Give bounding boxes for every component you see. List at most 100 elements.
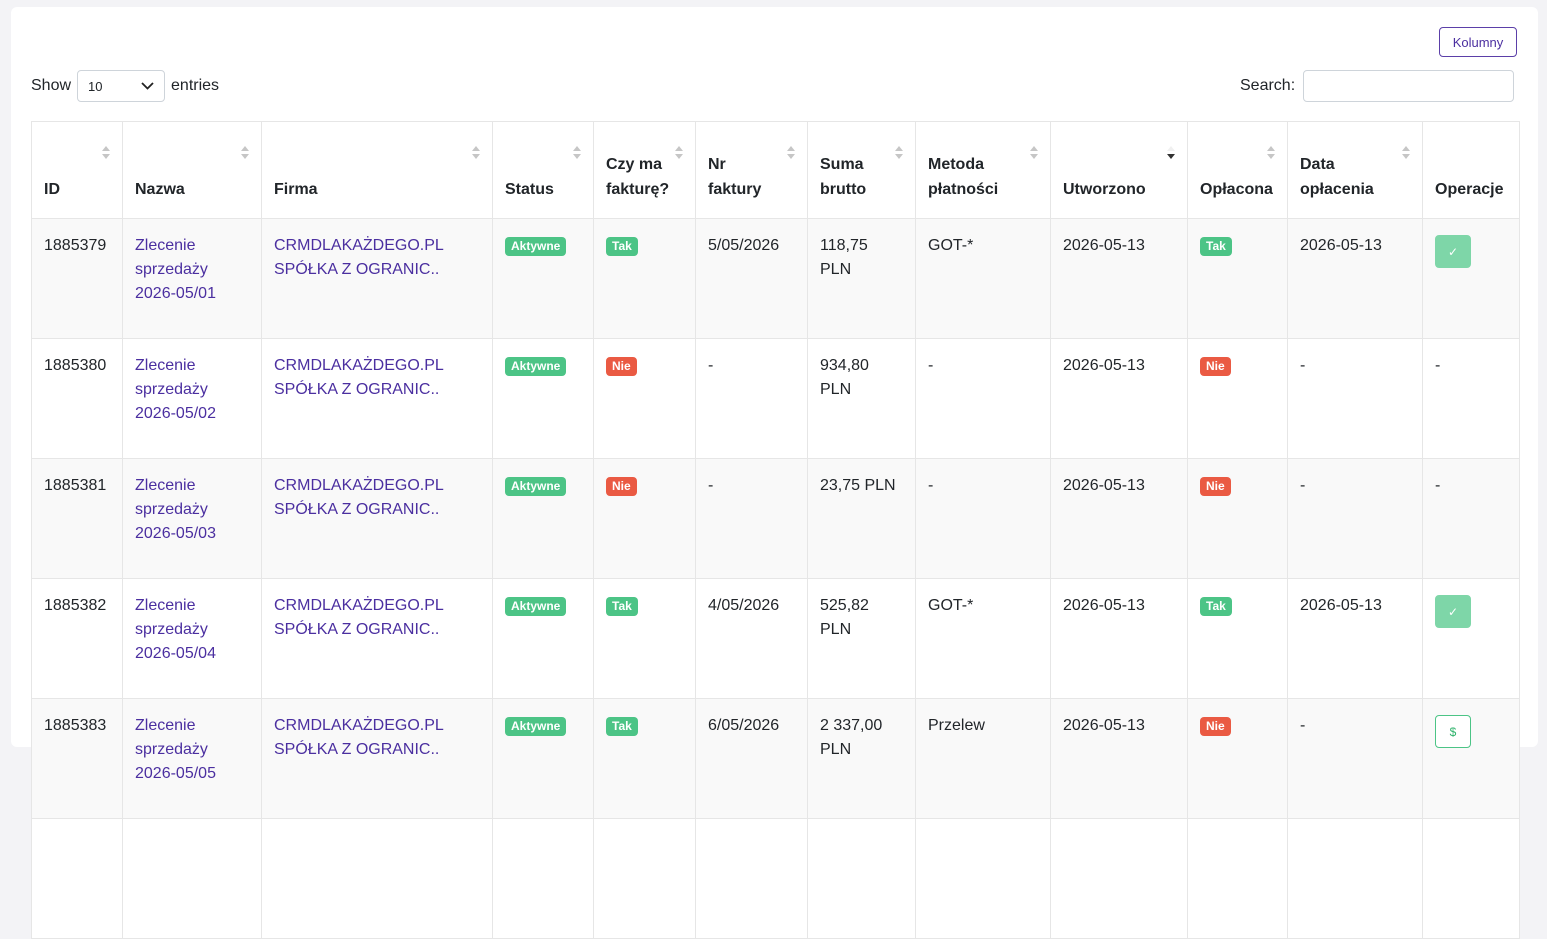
column-header-label-line1: Czy ma: [606, 156, 663, 173]
column-header-fakturę[interactable]: Czy ma fakturę?: [593, 121, 696, 219]
company-link[interactable]: CRMDLAKAŻDEGO.PL SPÓŁKA Z OGRANIC..: [274, 597, 444, 638]
cell-paid-date: 2026-05-13: [1287, 218, 1423, 339]
cell-company: CRMDLAKAŻDEGO.PL SPÓŁKA Z OGRANIC..: [261, 458, 493, 579]
text-line: sprzedaży: [135, 261, 208, 278]
column-header-płatności[interactable]: Metoda płatności: [915, 121, 1051, 219]
mark-paid-button[interactable]: ✓: [1435, 235, 1471, 268]
text-line: 2026-05/02: [135, 405, 216, 422]
search-input[interactable]: [1303, 70, 1515, 102]
column-header-faktury[interactable]: Nr faktury: [695, 121, 808, 219]
text-line: 2026-05/05: [135, 765, 216, 782]
cell-id: 1885382: [31, 578, 123, 699]
sort-icon[interactable]: [241, 146, 249, 160]
cell-id: 1885380: [31, 338, 123, 459]
status-badge: Aktywne: [505, 717, 567, 736]
column-header-brutto[interactable]: Suma brutto: [807, 121, 916, 219]
entries-length-control: Show 10 entries: [31, 69, 219, 103]
cell-status: Aktywne: [492, 338, 594, 459]
cell-paid: Nie: [1187, 458, 1288, 579]
status-badge: Aktywne: [505, 237, 567, 256]
column-header-utworzono[interactable]: Utworzono: [1050, 121, 1188, 219]
entries-select[interactable]: 10: [77, 70, 166, 102]
column-header-id[interactable]: ID: [31, 121, 123, 219]
sort-icon[interactable]: [1167, 146, 1175, 160]
column-header-nazwa[interactable]: Nazwa: [122, 121, 262, 219]
column-header-label: płatności: [928, 181, 999, 198]
invoice-badge: Nie: [606, 357, 637, 376]
cell-has-invoice: Tak: [593, 218, 696, 339]
cell-operations: -: [1422, 338, 1520, 459]
text-line: CRMDLAKAŻDEGO.PL: [274, 597, 444, 614]
cell-status: Aktywne: [492, 698, 594, 819]
cell-name: Zlecenie sprzedaży 2026-05/05: [122, 698, 262, 819]
columns-button[interactable]: Kolumny: [1439, 27, 1517, 57]
column-header-label: brutto: [820, 181, 867, 198]
text-line: Zlecenie: [135, 357, 196, 374]
cell-created: 2026-05-13: [1050, 458, 1188, 579]
sort-icon[interactable]: [1402, 146, 1410, 160]
pay-button[interactable]: $: [1435, 715, 1471, 748]
cell-name: Zlecenie sprzedaży 2026-05/02: [122, 338, 262, 459]
column-header-label-line1: Data: [1300, 156, 1335, 173]
order-name-link[interactable]: Zlecenie sprzedaży 2026-05/01: [135, 237, 216, 302]
text-line: SPÓŁKA Z OGRANIC..: [274, 381, 440, 398]
cell-has-invoice: Tak: [593, 698, 696, 819]
sort-icon[interactable]: [675, 146, 683, 160]
column-header-firma[interactable]: Firma: [261, 121, 493, 219]
sort-icon[interactable]: [895, 146, 903, 160]
cell-invoice-number: 5/05/2026: [695, 218, 808, 339]
text-line: sprzedaży: [135, 741, 208, 758]
company-link[interactable]: CRMDLAKAŻDEGO.PL SPÓŁKA Z OGRANIC..: [274, 717, 444, 758]
cell-has-invoice: Nie: [593, 338, 696, 459]
status-badge: Aktywne: [505, 597, 567, 616]
table-row: 1885381 Zlecenie sprzedaży 2026-05/03 CRMDLA…: [31, 458, 1520, 579]
sort-icon[interactable]: [102, 146, 110, 160]
column-header-opłacona[interactable]: Opłacona: [1187, 121, 1288, 219]
order-name-link[interactable]: Zlecenie sprzedaży 2026-05/05: [135, 717, 216, 782]
text-line: Zlecenie: [135, 237, 196, 254]
company-link[interactable]: CRMDLAKAŻDEGO.PL SPÓŁKA Z OGRANIC..: [274, 477, 444, 518]
cell-gross-sum: 2 337,00 PLN: [807, 698, 916, 819]
cell-id: 1885379: [31, 218, 123, 339]
text-line: 2026-05/04: [135, 645, 216, 662]
sort-icon[interactable]: [472, 146, 480, 160]
table-row: 1885382 Zlecenie sprzedaży 2026-05/04 CRMDLA…: [31, 578, 1520, 699]
company-link[interactable]: CRMDLAKAŻDEGO.PL SPÓŁKA Z OGRANIC..: [274, 357, 444, 398]
text-line: Zlecenie: [135, 717, 196, 734]
sort-icon[interactable]: [573, 146, 581, 160]
cell-payment-method: -: [915, 458, 1051, 579]
sort-icon[interactable]: [787, 146, 795, 160]
cell-created: [1050, 818, 1188, 939]
text-line: sprzedaży: [135, 501, 208, 518]
cell-gross-sum: 525,82 PLN: [807, 578, 916, 699]
status-badge: Aktywne: [505, 357, 567, 376]
column-header-operacje[interactable]: Operacje: [1422, 121, 1520, 219]
column-header-label: fakturę?: [606, 181, 670, 198]
table-row: 1885380 Zlecenie sprzedaży 2026-05/02 CRMDLA…: [31, 338, 1520, 459]
text-line: sprzedaży: [135, 381, 208, 398]
sort-icon[interactable]: [1030, 146, 1038, 160]
text-line: SPÓŁKA Z OGRANIC..: [274, 741, 440, 758]
column-header-status[interactable]: Status: [492, 121, 594, 219]
order-name-link[interactable]: Zlecenie sprzedaży 2026-05/02: [135, 357, 216, 422]
table-row: [31, 818, 1520, 939]
sort-icon[interactable]: [1267, 146, 1275, 160]
company-link[interactable]: CRMDLAKAŻDEGO.PL SPÓŁKA Z OGRANIC..: [274, 237, 444, 278]
cell-status: Aktywne: [492, 218, 594, 339]
column-header-label: faktury: [708, 181, 762, 198]
table-row: 1885379 Zlecenie sprzedaży 2026-05/01 CRMDLA…: [31, 218, 1520, 339]
cell-has-invoice: Tak: [593, 578, 696, 699]
order-name-link[interactable]: Zlecenie sprzedaży 2026-05/04: [135, 597, 216, 662]
column-header-opłacenia[interactable]: Data opłacenia: [1287, 121, 1423, 219]
cell-id: 1885381: [31, 458, 123, 579]
column-header-label: Status: [505, 181, 554, 198]
order-name-link[interactable]: Zlecenie sprzedaży 2026-05/03: [135, 477, 216, 542]
cell-name: [122, 818, 262, 939]
cell-invoice-number: 6/05/2026: [695, 698, 808, 819]
cell-operations: -: [1422, 458, 1520, 579]
mark-paid-button[interactable]: ✓: [1435, 595, 1471, 628]
cell-created: 2026-05-13: [1050, 218, 1188, 339]
table-row: 1885383 Zlecenie sprzedaży 2026-05/05 CRMDLA…: [31, 698, 1520, 819]
text-line: sprzedaży: [135, 621, 208, 638]
cell-payment-method: -: [915, 338, 1051, 459]
